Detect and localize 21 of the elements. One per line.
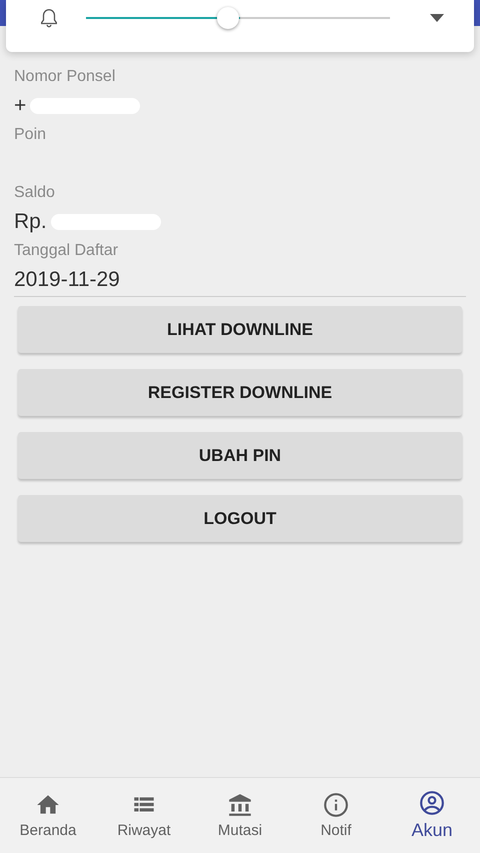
nav-tab[interactable]: Notif	[288, 778, 384, 853]
info-icon	[323, 792, 349, 818]
caret-icon[interactable]	[430, 14, 444, 22]
field-label: Poin	[14, 125, 48, 145]
action-button[interactable]: LIHAT DOWNLINE	[18, 306, 462, 353]
action-button[interactable]: UBAH PIN	[18, 432, 462, 479]
field-label: Saldo	[14, 183, 56, 203]
field-label: Tanggal Daftar	[14, 241, 120, 261]
bell-icon	[38, 7, 60, 29]
nav-tab[interactable]: Mutasi	[192, 778, 288, 853]
field-value: 2019-11-29	[14, 267, 120, 293]
nav-tab[interactable]: Akun	[384, 778, 480, 853]
field-value: +	[14, 93, 26, 119]
nav-tab[interactable]: Riwayat	[96, 778, 192, 853]
action-button[interactable]: LOGOUT	[18, 495, 462, 542]
field-value: Rp.	[14, 209, 47, 235]
action-button[interactable]: REGISTER DOWNLINE	[18, 369, 462, 416]
field-label: Nomor Ponsel	[14, 67, 116, 87]
account-icon	[419, 790, 445, 816]
bank-icon	[227, 792, 253, 818]
nav-tab[interactable]: Beranda	[0, 778, 96, 853]
